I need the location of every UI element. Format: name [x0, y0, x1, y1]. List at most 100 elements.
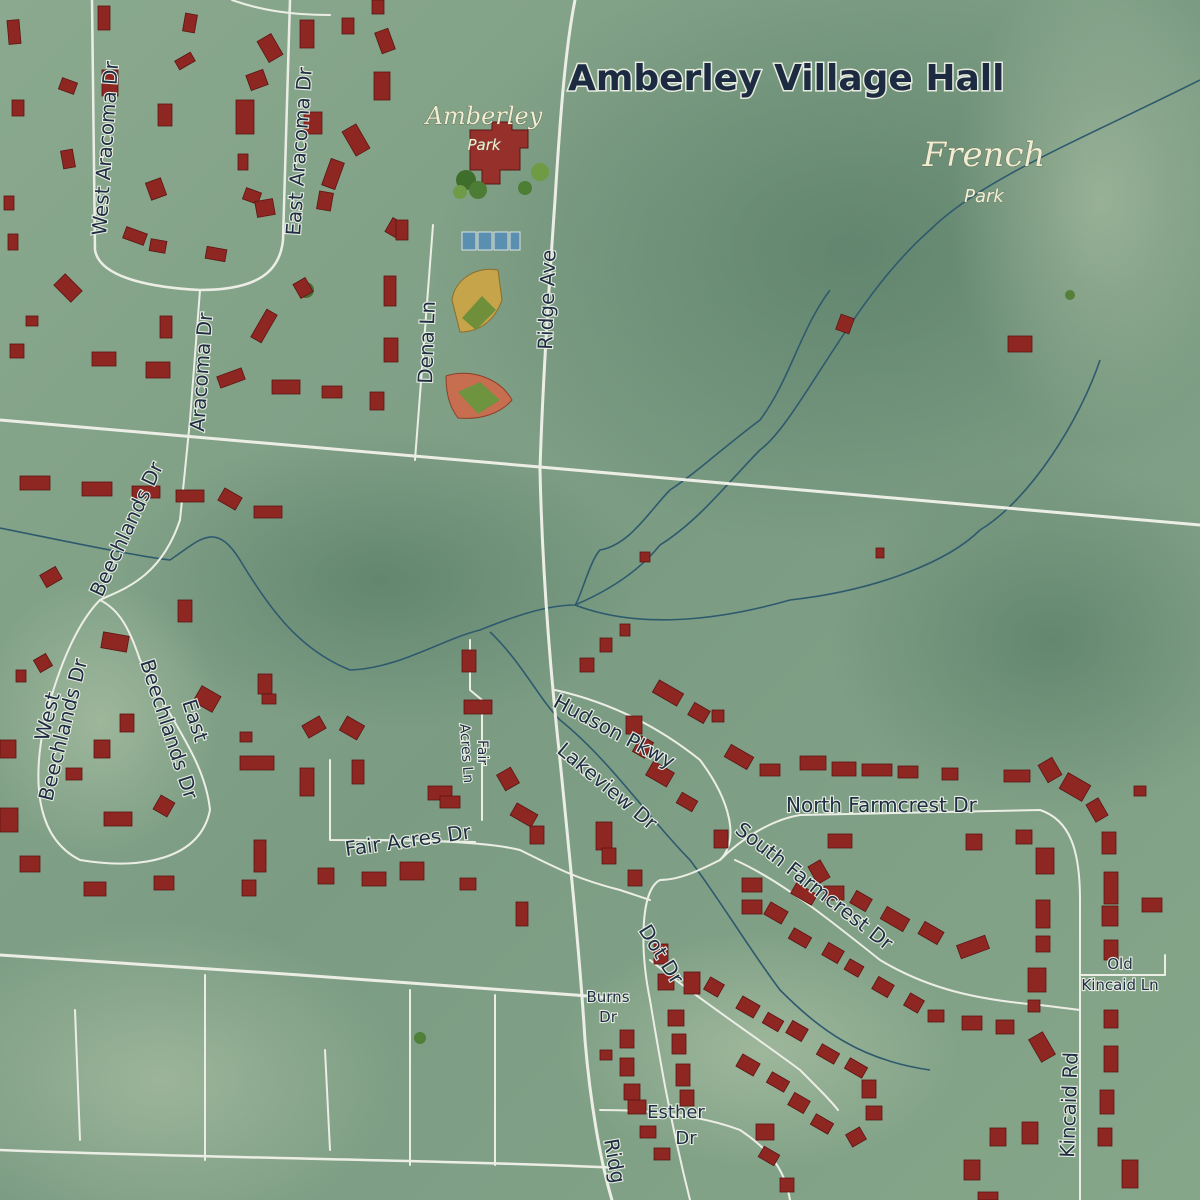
- building: [831, 761, 857, 777]
- building: [83, 881, 107, 897]
- building: [395, 219, 409, 241]
- building: [177, 599, 193, 623]
- building: [257, 673, 273, 695]
- building: [351, 759, 365, 785]
- street-label-esther-2[interactable]: Dr: [674, 1127, 698, 1150]
- building: [1035, 899, 1051, 929]
- street-label-north-farmcrest[interactable]: North Farmcrest Dr: [785, 792, 979, 818]
- building: [153, 875, 175, 891]
- building: [619, 623, 631, 637]
- building: [1101, 905, 1119, 927]
- building: [0, 739, 17, 759]
- building: [65, 767, 83, 781]
- building: [741, 877, 763, 893]
- street-label-burns-2[interactable]: Dr: [598, 1007, 619, 1027]
- building: [1099, 1089, 1115, 1115]
- street-label-esther-1[interactable]: Esther: [646, 1101, 706, 1124]
- building: [459, 877, 477, 891]
- street-label-dena[interactable]: Dena Ln: [412, 299, 441, 385]
- building: [461, 649, 477, 673]
- building: [1007, 335, 1033, 353]
- building: [235, 99, 255, 135]
- building: [623, 1083, 641, 1101]
- building: [371, 0, 385, 15]
- building: [25, 315, 39, 327]
- building: [1035, 935, 1051, 953]
- building: [383, 275, 397, 307]
- building: [261, 693, 277, 705]
- building: [741, 899, 763, 915]
- building: [93, 739, 111, 759]
- building: [175, 489, 205, 503]
- building: [675, 1063, 691, 1087]
- building: [81, 481, 113, 497]
- building: [941, 767, 959, 781]
- building: [7, 233, 19, 251]
- building: [241, 879, 257, 897]
- building: [963, 1159, 981, 1181]
- building: [515, 901, 529, 927]
- street-label-old-kincaid-2[interactable]: Kincaid Ln: [1080, 975, 1159, 995]
- tennis-courts: [461, 231, 521, 251]
- building: [755, 1123, 775, 1141]
- park-label-amberley[interactable]: Amberley: [423, 102, 543, 131]
- building: [965, 833, 983, 851]
- building: [299, 767, 315, 797]
- building: [299, 19, 315, 49]
- building: [97, 5, 111, 31]
- building: [369, 391, 385, 411]
- building: [1101, 831, 1117, 855]
- building: [875, 547, 885, 559]
- map-canvas[interactable]: Amberley Village Hall Amberley Park Fren…: [0, 0, 1200, 1200]
- poi-label-village-hall[interactable]: Amberley Village Hall: [567, 57, 1006, 101]
- park-label-french[interactable]: French: [921, 135, 1046, 176]
- building: [599, 637, 613, 653]
- building: [383, 337, 399, 363]
- building: [961, 1015, 983, 1031]
- building: [1121, 1159, 1139, 1189]
- building: [316, 190, 334, 212]
- building: [253, 505, 283, 519]
- building: [182, 12, 198, 34]
- building: [711, 709, 725, 723]
- building: [1015, 829, 1033, 845]
- building: [1003, 769, 1031, 783]
- building: [601, 847, 617, 865]
- building: [19, 855, 41, 873]
- street-label-fair-acres-ln-1[interactable]: Fair: [473, 739, 491, 766]
- building: [463, 699, 493, 715]
- building: [827, 833, 853, 849]
- street-label-ridge[interactable]: Ridge Ave: [532, 248, 562, 351]
- building: [579, 657, 595, 673]
- building: [529, 825, 545, 845]
- park-sublabel-amberley: Park: [467, 136, 501, 154]
- building: [977, 1191, 999, 1200]
- building: [239, 731, 253, 743]
- building: [639, 551, 651, 563]
- building: [3, 195, 15, 211]
- building: [148, 238, 168, 254]
- building: [861, 1079, 877, 1099]
- building: [317, 867, 335, 885]
- building: [595, 821, 613, 851]
- building: [897, 765, 919, 779]
- building: [157, 103, 173, 127]
- building: [667, 1009, 685, 1027]
- building: [1027, 999, 1041, 1013]
- building: [1103, 1009, 1119, 1029]
- building: [639, 1125, 657, 1139]
- street-label-old-kincaid-1[interactable]: Old: [1106, 954, 1134, 974]
- building: [399, 861, 425, 881]
- street-label-kincaid[interactable]: Kincaid Rd: [1054, 1050, 1084, 1159]
- building: [759, 763, 781, 777]
- building: [627, 1099, 647, 1115]
- building: [627, 869, 643, 887]
- building: [237, 153, 249, 171]
- building: [619, 1029, 635, 1049]
- building: [713, 829, 729, 849]
- street-label-burns-1[interactable]: Burns: [585, 987, 630, 1007]
- building: [1027, 967, 1047, 993]
- building: [6, 19, 22, 45]
- building: [254, 198, 276, 218]
- building: [253, 839, 267, 873]
